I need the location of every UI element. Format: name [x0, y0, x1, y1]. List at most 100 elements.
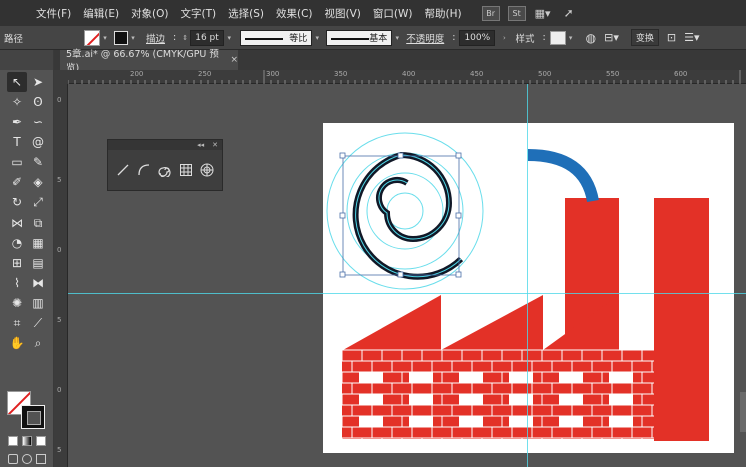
transform-button[interactable]: 变换	[630, 29, 659, 46]
chevron-down-icon[interactable]: ▾	[566, 34, 576, 42]
chevron-down-icon[interactable]: ▾	[312, 34, 322, 42]
ruler-label: 550	[606, 70, 620, 78]
shape-builder-tool-icon[interactable]: ◔	[7, 233, 27, 253]
rectangle-tool-icon[interactable]: ▭	[7, 152, 27, 172]
menu-view[interactable]: 视图(V)	[319, 6, 367, 21]
chevron-right-icon[interactable]: ›	[499, 34, 509, 42]
perspective-grid-tool-icon[interactable]: ▦	[28, 233, 48, 253]
paintbrush-tool-icon[interactable]: ✎	[28, 152, 48, 172]
panel-grip[interactable]	[0, 50, 53, 70]
recolor-artwork-icon[interactable]: ◍	[586, 31, 596, 45]
window	[359, 416, 383, 427]
shaper-tool-icon[interactable]: ✐	[7, 172, 27, 192]
ruler-origin[interactable]	[54, 70, 68, 84]
guide-horizontal[interactable]	[68, 293, 746, 294]
send-icon[interactable]: ➚	[560, 6, 578, 21]
align-icon[interactable]: ⊟▾	[604, 31, 619, 44]
eyedropper-tool-icon[interactable]: ⌇	[7, 273, 27, 293]
chevron-down-icon[interactable]: ▾	[224, 34, 234, 42]
draw-normal-icon[interactable]	[8, 454, 18, 464]
isolate-icon[interactable]: ⊡	[667, 31, 676, 44]
spiral-icon[interactable]	[156, 161, 174, 179]
none-mode-icon[interactable]	[36, 436, 46, 446]
artboard-tool-icon[interactable]: ⌗	[7, 313, 27, 333]
polar-grid-icon[interactable]	[198, 161, 216, 179]
curvature-tool-icon[interactable]: ∽	[28, 112, 48, 132]
graphic-style-swatch[interactable]	[549, 30, 566, 45]
panel-header[interactable]: ◂◂ ✕	[108, 140, 222, 150]
chevron-down-icon[interactable]: ▾	[392, 34, 402, 42]
opacity-field[interactable]: 100%	[459, 29, 496, 46]
document-tab[interactable]: 5章.ai* @ 66.67% (CMYK/GPU 预览) ×	[60, 49, 238, 74]
mesh-tool-icon[interactable]: ⊞	[7, 253, 27, 273]
hand-tool-icon[interactable]: ✋	[7, 333, 27, 353]
zoom-tool-icon[interactable]: ⌕	[28, 334, 48, 354]
stroke-label[interactable]: 描边	[146, 31, 165, 45]
width-tool-icon[interactable]: ⋈	[7, 213, 27, 233]
bridge-button[interactable]: Br	[481, 5, 500, 21]
menu-edit[interactable]: 编辑(E)	[77, 6, 125, 21]
stroke-swatch[interactable]	[114, 30, 128, 45]
selection-tool-icon[interactable]: ↖	[7, 72, 27, 92]
pen-tool-icon[interactable]: ✒	[7, 112, 27, 132]
more-options-icon[interactable]: ☰▾	[684, 31, 699, 44]
scale-tool-icon[interactable]: ⤢	[28, 193, 48, 213]
vertical-scrollbar[interactable]	[740, 392, 746, 432]
menu-effect[interactable]: 效果(C)	[270, 6, 319, 21]
type-tool-icon[interactable]: T	[7, 132, 27, 152]
arc-icon[interactable]	[135, 161, 153, 179]
chevron-down-icon[interactable]: ▾	[128, 34, 138, 42]
opacity-label[interactable]: 不透明度	[406, 31, 444, 45]
window	[359, 372, 383, 383]
menu-file[interactable]: 文件(F)	[30, 6, 77, 21]
fill-stroke-widget[interactable]	[7, 391, 47, 431]
variable-width-profile[interactable]: 等比	[240, 29, 313, 46]
menu-type[interactable]: 文字(T)	[175, 6, 223, 21]
window	[509, 372, 533, 383]
draw-inside-icon[interactable]	[36, 454, 46, 464]
brush-definition[interactable]: 基本	[326, 29, 393, 46]
menu-select[interactable]: 选择(S)	[222, 6, 270, 21]
rotate-tool-icon[interactable]: ↻	[7, 192, 27, 212]
magic-wand-tool-icon[interactable]: ✧	[7, 92, 27, 112]
close-icon[interactable]: ✕	[212, 141, 218, 149]
eraser-tool-icon[interactable]: ◈	[28, 172, 48, 192]
vertical-ruler[interactable]: 0 5 0 5 0 5	[54, 84, 68, 467]
window	[609, 416, 633, 427]
ruler-label: 450	[470, 70, 484, 78]
artboard[interactable]	[323, 123, 734, 453]
workspace-switcher-icon[interactable]: ▦▾	[534, 6, 552, 21]
stepper-icon[interactable]: ⇕	[180, 34, 190, 42]
gradient-mode-icon[interactable]	[22, 436, 32, 446]
draw-behind-icon[interactable]	[22, 454, 32, 464]
menu-window[interactable]: 窗口(W)	[367, 6, 419, 21]
rectangular-grid-icon[interactable]	[177, 161, 195, 179]
window	[509, 416, 533, 427]
stroke-weight-field[interactable]: 16 pt	[190, 29, 225, 46]
menu-object[interactable]: 对象(O)	[125, 6, 174, 21]
lasso-tool-icon[interactable]: ʘ	[28, 92, 48, 112]
blend-tool-icon[interactable]: ⧓	[28, 273, 48, 293]
color-mode-icon[interactable]	[8, 436, 18, 446]
ruler-label: 5	[57, 446, 62, 454]
guide-vertical[interactable]	[527, 84, 528, 467]
collapse-icon[interactable]: ◂◂	[197, 141, 204, 149]
fill-swatch[interactable]	[84, 29, 100, 46]
roof-1[interactable]	[343, 295, 441, 350]
direct-selection-tool-icon[interactable]: ➤	[28, 72, 48, 92]
symbol-sprayer-tool-icon[interactable]: ✺	[7, 293, 27, 313]
horizontal-ruler[interactable]: 200 250 300 350 400 450 500 550 600	[68, 70, 746, 84]
spiral-tool-icon[interactable]: @	[28, 132, 48, 152]
menu-help[interactable]: 帮助(H)	[419, 6, 468, 21]
chevron-down-icon[interactable]: ▾	[100, 34, 110, 42]
pipe[interactable]	[527, 149, 599, 203]
chimney-right[interactable]	[654, 198, 709, 441]
close-icon[interactable]: ×	[230, 55, 238, 65]
stock-button[interactable]: St	[507, 5, 526, 21]
slice-tool-icon[interactable]: ⟋	[28, 313, 48, 333]
stroke-color-icon[interactable]	[21, 405, 45, 429]
free-transform-tool-icon[interactable]: ⧉	[28, 213, 48, 233]
line-segment-icon[interactable]	[114, 161, 132, 179]
gradient-tool-icon[interactable]: ▤	[28, 253, 48, 273]
column-graph-tool-icon[interactable]: ▥	[28, 293, 48, 313]
